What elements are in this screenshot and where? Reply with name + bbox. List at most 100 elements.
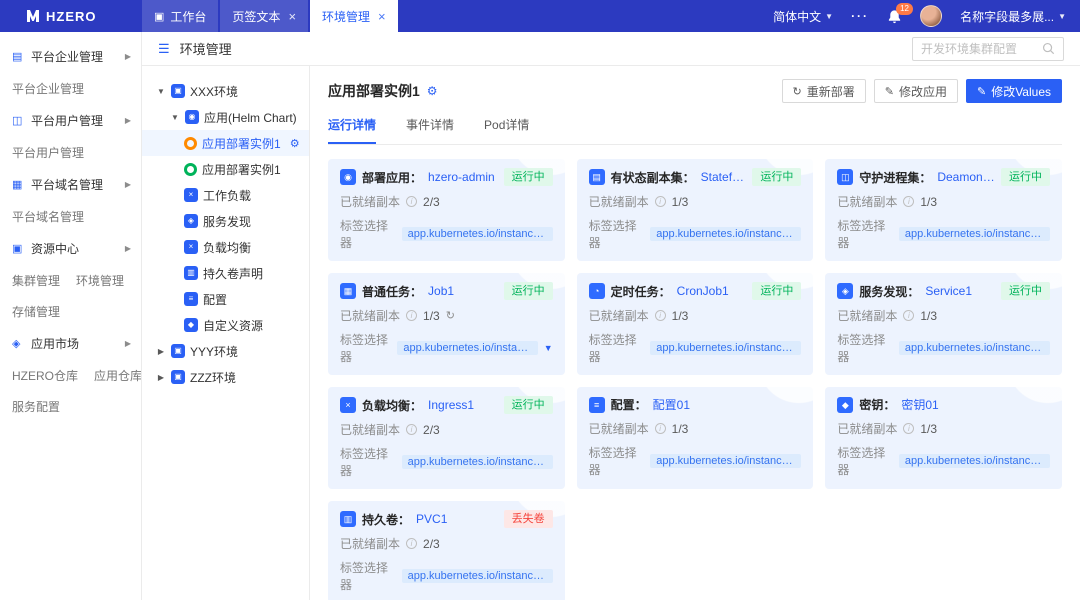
- card-name-link[interactable]: 配置01: [653, 396, 690, 413]
- sidebar-group[interactable]: ▦平台域名管理▶: [0, 168, 141, 201]
- top-tab[interactable]: 环境管理 ×: [310, 0, 398, 32]
- statefulset-icon: ▤: [589, 169, 605, 185]
- tree-item[interactable]: ≡配置: [142, 286, 309, 312]
- main-tab[interactable]: 事件详情: [406, 116, 454, 144]
- resource-card: ◆密钥：密钥01已就绪副本i1/3标签选择器app.kubernetes.io/…: [825, 387, 1062, 489]
- card-type-label: 服务发现：: [859, 283, 919, 300]
- card-header: ▤有状态副本集：StatefulSet1运行中: [589, 168, 802, 186]
- tree-item-label: 应用部署实例1: [202, 161, 281, 178]
- gear-icon[interactable]: ⚙: [427, 84, 438, 98]
- user-name: 名称字段最多展...: [960, 8, 1054, 25]
- sidebar-group[interactable]: ◫平台用户管理▶: [0, 104, 141, 137]
- collapse-menu-icon[interactable]: ☰: [158, 41, 170, 57]
- tree-item[interactable]: ◈服务发现: [142, 208, 309, 234]
- top-tab-label: 页签文本: [232, 8, 280, 25]
- search-icon: [1042, 42, 1055, 55]
- sidebar-item[interactable]: 平台域名管理: [12, 208, 84, 225]
- button-label: 修改应用: [899, 83, 947, 100]
- close-icon[interactable]: ×: [288, 9, 296, 24]
- notification-bell[interactable]: 12: [887, 9, 902, 24]
- sidebar-sub-row: 平台用户管理: [0, 137, 141, 168]
- sidebar-group[interactable]: ▣资源中心▶: [0, 232, 141, 265]
- gear-icon[interactable]: ⚙: [290, 137, 300, 150]
- selector-row: 标签选择器app.kubernetes.io/instance=ng: [340, 559, 553, 593]
- card-type-label: 密钥：: [859, 396, 895, 413]
- chevron-right-icon: ▶: [125, 339, 131, 348]
- tree-item[interactable]: ×工作负载: [142, 182, 309, 208]
- card-name-link[interactable]: hzero-admin: [428, 170, 495, 184]
- tree-item[interactable]: 应用部署实例1: [142, 156, 309, 182]
- main-tab[interactable]: Pod详情: [484, 116, 529, 144]
- selector-tag: app.kubernetes.io/instance=ng: [650, 227, 801, 241]
- card-type-label: 定时任务：: [611, 283, 671, 300]
- more-menu-button[interactable]: ···: [851, 9, 869, 23]
- caret-right-icon[interactable]: ▶: [156, 347, 166, 356]
- caret-down-icon[interactable]: ▼: [170, 113, 180, 122]
- sidebar-item[interactable]: 环境管理: [76, 272, 124, 289]
- card-name-link[interactable]: Service1: [925, 284, 972, 298]
- top-tab-label: 环境管理: [322, 8, 370, 25]
- language-switcher[interactable]: 简体中文 ▼: [773, 8, 833, 25]
- tree-item[interactable]: ▶▣YYY环境: [142, 338, 309, 364]
- sidebar-group[interactable]: ◈应用市场▶: [0, 327, 141, 360]
- tree-item[interactable]: ▼◉应用(Helm Chart): [142, 104, 309, 130]
- selector-label: 标签选择器: [837, 217, 893, 251]
- selector-row: 标签选择器app.kubernetes.io/instance=ng▼: [340, 331, 553, 365]
- main-tab[interactable]: 运行详情: [328, 116, 376, 144]
- replica-row: 已就绪副本i1/3↻: [340, 307, 553, 324]
- tree-item[interactable]: ▥持久卷声明: [142, 260, 309, 286]
- pvc-icon: ▥: [184, 266, 198, 280]
- sidebar-item[interactable]: HZERO仓库: [12, 367, 78, 384]
- sync-icon[interactable]: ↻: [446, 309, 455, 322]
- sidebar-item[interactable]: 平台企业管理: [12, 80, 84, 97]
- card-name-link[interactable]: CronJob1: [677, 284, 729, 298]
- user-menu[interactable]: 名称字段最多展... ▼: [960, 8, 1066, 25]
- search-input[interactable]: [921, 42, 1036, 56]
- tree-item[interactable]: ▶▣ZZZ环境: [142, 364, 309, 390]
- card-name-link[interactable]: Ingress1: [428, 398, 474, 412]
- card-header: ≡配置：配置01: [589, 396, 802, 413]
- topbar-tabs: ▣工作台页签文本 × 环境管理 ×: [142, 0, 400, 32]
- top-tab[interactable]: ▣工作台: [142, 0, 218, 32]
- chevron-down-icon[interactable]: ▼: [544, 343, 553, 353]
- avatar[interactable]: [920, 5, 942, 27]
- crd-icon: ◆: [184, 318, 198, 332]
- sidebar-item[interactable]: 应用仓库: [94, 367, 142, 384]
- redeploy-button[interactable]: ↻重新部署: [782, 79, 866, 103]
- resource-card: ◫守护进程集：DeamonSet1运行中已就绪副本i1/3标签选择器app.ku…: [825, 159, 1062, 261]
- close-icon[interactable]: ×: [378, 9, 386, 24]
- caret-down-icon[interactable]: ▼: [156, 87, 166, 96]
- selector-tag: app.kubernetes.io/instance=ng: [402, 227, 553, 241]
- sidebar-item[interactable]: 存储管理: [12, 303, 60, 320]
- card-name-link[interactable]: 密钥01: [901, 396, 938, 413]
- card-name-link[interactable]: DeamonSet1: [937, 170, 995, 184]
- edit-values-button[interactable]: ✎修改Values: [966, 79, 1062, 103]
- sidebar-item[interactable]: 服务配置: [12, 398, 60, 415]
- tree-item[interactable]: ◆自定义资源: [142, 312, 309, 338]
- topbar-right: 简体中文 ▼ ··· 12 名称字段最多展... ▼: [773, 0, 1080, 32]
- resource-cards-grid: ◉部署应用：hzero-admin运行中已就绪副本i2/3标签选择器app.ku…: [328, 159, 1062, 600]
- card-name-link[interactable]: StatefulSet1: [701, 170, 747, 184]
- caret-right-icon[interactable]: ▶: [156, 373, 166, 382]
- replica-label: 已就绪副本: [837, 307, 897, 324]
- tree-item[interactable]: ▼▣XXX环境: [142, 78, 309, 104]
- sidebar-group[interactable]: ▤平台企业管理▶: [0, 40, 141, 73]
- info-icon: i: [655, 423, 666, 434]
- tree-item[interactable]: ×负载均衡: [142, 234, 309, 260]
- info-icon: i: [406, 310, 417, 321]
- card-name-link[interactable]: Job1: [428, 284, 454, 298]
- sidebar-item[interactable]: 平台用户管理: [12, 144, 84, 161]
- sidebar-sub-row: 存储管理: [0, 296, 141, 327]
- card-type-label: 守护进程集：: [859, 169, 931, 186]
- replica-label: 已就绪副本: [340, 535, 400, 552]
- tree-item[interactable]: 应用部署实例1 ⚙: [142, 130, 309, 156]
- search-box[interactable]: [912, 37, 1064, 61]
- tree-item-label: 负载均衡: [203, 239, 251, 256]
- top-tab[interactable]: 页签文本 ×: [220, 0, 308, 32]
- sidebar-sub-row: 服务配置: [0, 391, 141, 422]
- edit-app-button[interactable]: ✎修改应用: [874, 79, 958, 103]
- tree-item-label: 应用部署实例1: [202, 135, 281, 152]
- sidebar-item[interactable]: 集群管理: [12, 272, 60, 289]
- env-icon: ▣: [171, 370, 185, 384]
- card-name-link[interactable]: PVC1: [416, 512, 447, 526]
